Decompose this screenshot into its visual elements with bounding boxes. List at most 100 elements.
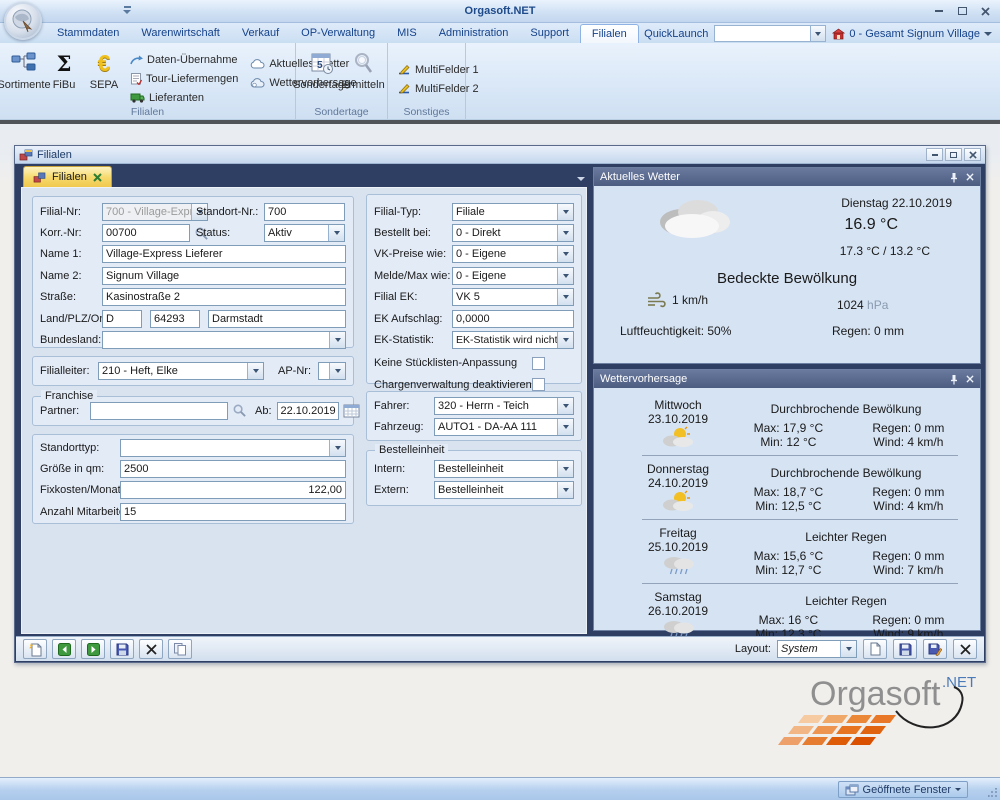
layout-combo[interactable]: System [777, 640, 857, 658]
mitarbeiter-input[interactable]: 15 [120, 503, 346, 521]
tab-verkauf[interactable]: Verkauf [231, 24, 290, 43]
search-icon [353, 50, 373, 76]
calendar-icon[interactable] [343, 403, 360, 418]
vk-preise-combo[interactable]: 0 - Eigene [452, 245, 574, 263]
resize-grip[interactable] [988, 788, 998, 798]
ek-statistik-combo[interactable]: EK-Statistik wird nicht umgelagert [452, 331, 574, 349]
ermitteln-button[interactable]: Ermitteln [343, 46, 383, 91]
layout-delete-button[interactable] [953, 639, 977, 659]
bestelleinheit-extern-combo[interactable]: Bestelleinheit [434, 481, 574, 499]
copy-record-button[interactable] [168, 639, 192, 659]
floppy-pencil-icon [928, 643, 942, 656]
layout-save-button[interactable] [893, 639, 917, 659]
logo-tiles [778, 715, 896, 745]
maximize-icon[interactable] [952, 4, 972, 18]
bestellt-bei-combo[interactable]: 0 - Direkt [452, 224, 574, 242]
arrow-left-icon [58, 643, 71, 656]
cancel-button[interactable] [139, 639, 163, 659]
new-page-icon [29, 642, 42, 657]
franchise-partner-input[interactable] [90, 402, 228, 420]
tab-warenwirtschaft[interactable]: Warenwirtschaft [130, 24, 230, 43]
filialen-window-title: Filialen [37, 149, 72, 161]
close-icon[interactable] [966, 375, 974, 383]
ek-aufschlag-input[interactable]: 0,0000 [452, 310, 574, 328]
melde-max-combo[interactable]: 0 - Eigene [452, 267, 574, 285]
multifelder2-button[interactable]: MultiFelder 2 [398, 81, 479, 96]
close-icon[interactable] [966, 173, 974, 181]
document-tab-strip: Filialen [15, 165, 593, 187]
tab-close-icon[interactable] [93, 173, 102, 182]
forecast-rain: Regen: 0 mm [851, 485, 966, 499]
floppy-icon [899, 643, 912, 656]
open-windows-button[interactable]: Geöffnete Fenster [838, 781, 968, 798]
layout-new-button[interactable] [863, 639, 887, 659]
search-icon[interactable] [232, 403, 247, 418]
fahrzeug-combo[interactable]: AUTO1 - DA-AA 111 [434, 418, 574, 436]
branch-selector[interactable]: 0 - Gesamt Signum Village [832, 28, 992, 40]
previous-record-button[interactable] [52, 639, 76, 659]
sondertage-button[interactable]: 5 Sondertage [300, 46, 343, 91]
tour-liefermengen-button[interactable]: Tour-Liefermengen [130, 71, 238, 86]
ribbon-tab-row: Stammdaten Warenwirtschaft Verkauf OP-Ve… [0, 23, 1000, 43]
save-button[interactable] [110, 639, 134, 659]
name2-input[interactable]: Signum Village [102, 267, 346, 285]
pin-icon[interactable] [950, 172, 958, 183]
tab-support[interactable]: Support [519, 24, 580, 43]
chevron-down-icon[interactable] [810, 26, 825, 41]
fahrer-combo[interactable]: 320 - Herrn - Teich [434, 397, 574, 415]
pin-icon[interactable] [950, 374, 958, 385]
filial-typ-combo[interactable]: Filiale [452, 203, 574, 221]
korr-nr-input[interactable]: 00700 [102, 224, 190, 242]
layout-save-as-button[interactable] [923, 639, 947, 659]
standort-nr-input[interactable]: 700 [264, 203, 345, 221]
filialleiter-combo[interactable]: 210 - Heft, Elke [98, 362, 264, 380]
tab-filialen[interactable]: Filialen [580, 24, 639, 43]
strasse-input[interactable]: Kasinostraße 2 [102, 288, 346, 306]
lieferanten-button[interactable]: Lieferanten [130, 90, 238, 105]
window-maximize-icon[interactable] [945, 148, 962, 161]
tab-mis[interactable]: MIS [386, 24, 428, 43]
bestelleinheit-intern-combo[interactable]: Bestelleinheit [434, 460, 574, 478]
close-icon[interactable] [975, 4, 995, 18]
stuecklisten-checkbox[interactable] [532, 357, 545, 370]
bundesland-combo[interactable] [102, 331, 346, 349]
land-input[interactable]: D [102, 310, 142, 328]
sepa-button[interactable]: € SEPA [84, 46, 124, 91]
multifelder1-button[interactable]: MultiFelder 1 [398, 62, 479, 77]
status-combo[interactable]: Aktiv [264, 224, 345, 242]
chargen-checkbox[interactable] [532, 378, 545, 391]
daten-uebernahme-button[interactable]: Daten-Übernahme [130, 52, 238, 67]
tab-administration[interactable]: Administration [428, 24, 520, 43]
quicklaunch-label: QuickLaunch [644, 28, 708, 40]
forecast-max: Max: 16 °C [726, 613, 851, 627]
franchise-ab-date-input[interactable]: 22.10.2019 [277, 402, 339, 420]
filialen-window-title-bar[interactable]: Filialen [15, 146, 985, 164]
tab-filialen-document[interactable]: Filialen [23, 166, 112, 187]
name1-input[interactable]: Village-Express Lieferer [102, 245, 346, 263]
new-record-button[interactable] [23, 639, 47, 659]
tab-stammdaten[interactable]: Stammdaten [46, 24, 130, 43]
ap-nr-combo[interactable] [318, 362, 346, 380]
filial-ek-combo[interactable]: VK 5 [452, 288, 574, 306]
plz-input[interactable]: 64293 [150, 310, 200, 328]
tab-list-chevron-icon[interactable] [577, 177, 585, 181]
filial-nr-combo[interactable]: 700 - Village-Expr [102, 203, 208, 221]
window-minimize-icon[interactable] [926, 148, 943, 161]
standorttyp-combo[interactable] [120, 439, 346, 457]
groesse-input[interactable]: 2500 [120, 460, 346, 478]
minimize-icon[interactable] [929, 4, 949, 18]
tab-op-verwaltung[interactable]: OP-Verwaltung [290, 24, 386, 43]
fibu-button[interactable]: Σ FiBu [44, 46, 84, 91]
next-record-button[interactable] [81, 639, 105, 659]
application-menu-orb[interactable] [4, 2, 42, 40]
groupbox-fahrer: Fahrer: 320 - Herrn - Teich Fahrzeug: AU… [366, 391, 582, 441]
euro-icon: € [98, 50, 111, 77]
sortimente-button[interactable]: Sortimente [4, 46, 44, 91]
logo-text: Orgasoft [810, 675, 941, 713]
fixkosten-input[interactable]: 122,00 [120, 481, 346, 499]
quicklaunch-combo[interactable] [714, 25, 826, 42]
quick-access-toolbar-arrow-icon[interactable] [122, 5, 132, 16]
window-close-icon[interactable] [964, 148, 981, 161]
copy-icon [173, 642, 187, 656]
ort-input[interactable]: Darmstadt [208, 310, 346, 328]
